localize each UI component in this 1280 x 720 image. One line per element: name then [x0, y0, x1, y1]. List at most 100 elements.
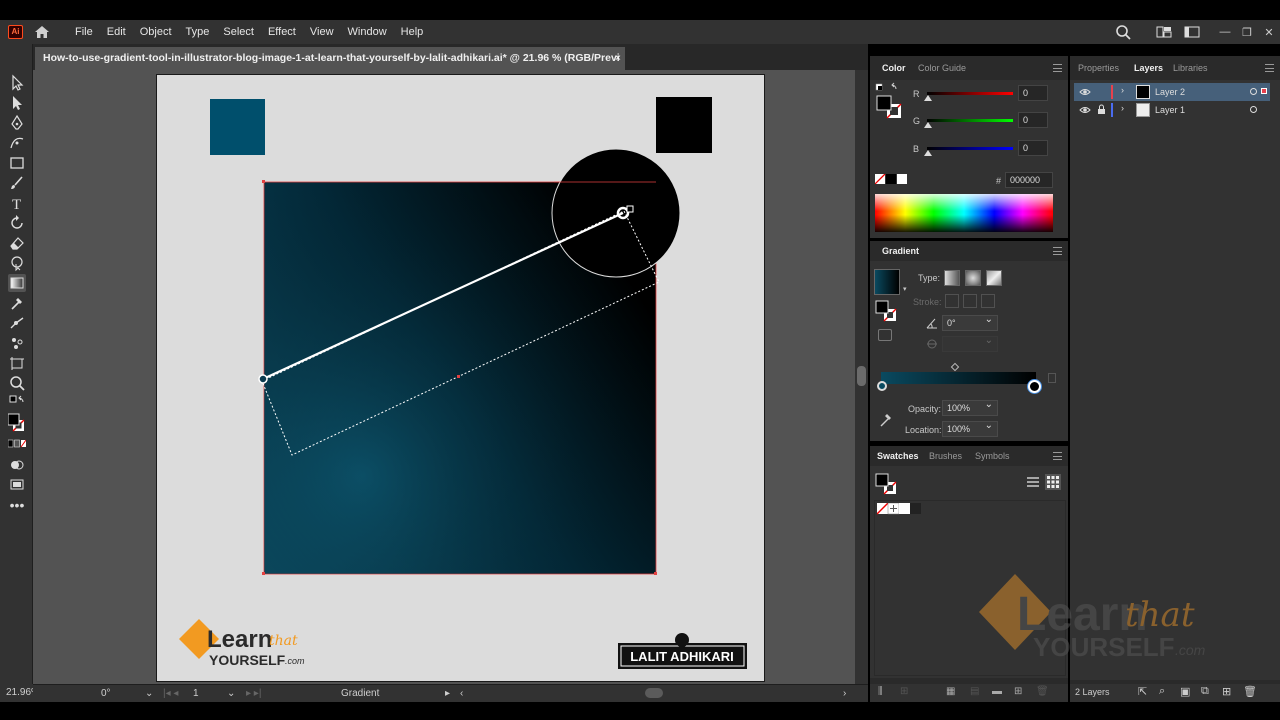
rectangle-tool-icon[interactable] — [8, 154, 26, 172]
close-document-icon[interactable]: × — [615, 47, 621, 70]
reverse-gradient-icon[interactable] — [878, 329, 892, 341]
gradient-fill-stroke-icon[interactable] — [874, 299, 900, 323]
zoom-tool-icon[interactable] — [8, 374, 26, 392]
midpoint-diamond[interactable] — [950, 362, 960, 372]
artboard[interactable]: Learn that YOURSELF .com LALIT ADHIKARI — [156, 74, 765, 682]
angle-dropdown[interactable]: 0° — [942, 313, 998, 331]
pen-tool-icon[interactable] — [8, 114, 26, 132]
tab-swatches[interactable]: Swatches — [877, 446, 919, 466]
layers-panel-menu-icon[interactable] — [1265, 64, 1274, 72]
gradient-slider[interactable] — [881, 372, 1036, 384]
swatch-row[interactable] — [877, 503, 923, 515]
tab-symbols[interactable]: Symbols — [975, 446, 1010, 466]
teal-swatch-square[interactable] — [210, 99, 265, 155]
tab-layers[interactable]: Layers — [1134, 56, 1163, 80]
search-icon[interactable] — [1115, 24, 1133, 40]
gradient-radius-circle[interactable] — [551, 148, 681, 278]
artboard-number-field[interactable]: 1 ⌄ — [193, 687, 237, 701]
gradient-stop-start[interactable] — [877, 381, 887, 391]
b-slider-thumb[interactable] — [924, 150, 932, 156]
r-slider-thumb[interactable] — [924, 95, 932, 101]
close-window-icon[interactable]: ✕ — [1258, 26, 1280, 39]
status-menu-arrow-icon[interactable]: ▸ — [445, 687, 450, 701]
g-slider[interactable] — [927, 119, 1013, 122]
locate-object-icon[interactable]: ⌕ — [1159, 685, 1165, 698]
delete-stop-icon[interactable] — [1048, 373, 1056, 383]
list-view-icon[interactable] — [1026, 475, 1040, 489]
swatch-options-icon[interactable]: ▤ — [970, 686, 979, 697]
g-field[interactable]: 0 — [1018, 112, 1048, 128]
color-panel-menu-icon[interactable] — [1053, 64, 1062, 72]
r-slider[interactable] — [927, 92, 1013, 95]
r-field[interactable]: 0 — [1018, 85, 1048, 101]
canvas-vertical-scrollbar[interactable] — [855, 70, 868, 684]
hscroll-right-icon[interactable]: › — [843, 687, 846, 701]
gradient-stop-end[interactable] — [1028, 380, 1041, 393]
restore-icon[interactable]: ❐ — [1236, 26, 1258, 39]
layer-row-layer-1[interactable]: › Layer 1 — [1074, 101, 1270, 119]
menu-file[interactable]: File — [68, 20, 100, 44]
new-color-group-icon[interactable]: ▬ — [992, 686, 1002, 697]
scroll-thumb[interactable] — [857, 366, 866, 386]
gradient-tool-icon[interactable] — [8, 274, 26, 292]
type-tool-icon[interactable]: T — [8, 194, 26, 213]
freeform-gradient-icon[interactable] — [986, 270, 1002, 286]
arrange-documents-icon[interactable] — [1155, 24, 1173, 40]
menu-effect[interactable]: Effect — [261, 20, 303, 44]
color-spectrum[interactable] — [875, 194, 1053, 232]
tab-color[interactable]: Color — [882, 56, 906, 80]
black-swatch-square[interactable] — [656, 97, 712, 153]
layer-name[interactable]: Layer 1 — [1155, 105, 1185, 115]
tab-libraries[interactable]: Libraries — [1173, 56, 1208, 80]
linear-gradient-icon[interactable] — [944, 270, 960, 286]
hscroll-left-icon[interactable]: ‹ — [460, 687, 463, 701]
paintbrush-tool-icon[interactable] — [8, 174, 26, 192]
gradient-panel-menu-icon[interactable] — [1053, 247, 1062, 255]
add-to-library-icon[interactable]: ⊞ — [900, 686, 908, 697]
home-icon[interactable] — [34, 24, 50, 40]
menu-help[interactable]: Help — [394, 20, 431, 44]
expand-layer-icon[interactable]: › — [1121, 85, 1124, 95]
menu-window[interactable]: Window — [341, 20, 394, 44]
layer-name[interactable]: Layer 2 — [1155, 87, 1185, 97]
tab-properties[interactable]: Properties — [1078, 56, 1119, 80]
menu-type[interactable]: Type — [179, 20, 217, 44]
b-slider[interactable] — [927, 147, 1013, 150]
radial-gradient-icon[interactable] — [965, 270, 981, 286]
swatches-panel-menu-icon[interactable] — [1053, 452, 1062, 460]
hscroll-thumb[interactable] — [645, 688, 663, 698]
export-icon[interactable]: ⇱ — [1138, 685, 1147, 698]
more-tools-icon[interactable]: ••• — [8, 498, 26, 518]
grid-view-icon[interactable] — [1045, 474, 1061, 490]
eraser-tool-icon[interactable] — [8, 234, 26, 252]
visibility-eye-icon[interactable] — [1079, 87, 1091, 97]
visibility-eye-icon[interactable] — [1079, 105, 1091, 115]
new-swatch-icon[interactable]: ⊞ — [1014, 686, 1022, 697]
symbol-sprayer-tool-icon[interactable] — [8, 334, 26, 352]
menu-object[interactable]: Object — [133, 20, 179, 44]
b-field[interactable]: 0 — [1018, 140, 1048, 156]
menu-edit[interactable]: Edit — [100, 20, 133, 44]
screen-mode-icon[interactable] — [8, 476, 26, 494]
delete-swatch-icon[interactable]: 🗑 — [1036, 686, 1049, 697]
lock-icon[interactable] — [1097, 104, 1106, 115]
swatches-fill-stroke-icon[interactable] — [874, 472, 900, 496]
gradient-start-stop[interactable] — [258, 374, 268, 384]
tab-brushes[interactable]: Brushes — [929, 446, 962, 466]
gradient-preview-arrow-icon[interactable]: ▾ — [903, 285, 907, 293]
target-icon[interactable] — [1250, 88, 1257, 95]
gradient-eyedropper-icon[interactable] — [879, 411, 893, 427]
location-dropdown[interactable]: 100% — [942, 419, 998, 437]
menu-select[interactable]: Select — [216, 20, 261, 44]
gradient-end-handle[interactable] — [626, 205, 634, 213]
selection-indicator[interactable] — [1261, 88, 1267, 94]
color-fill-stroke-icon[interactable] — [874, 82, 904, 124]
delete-layer-icon[interactable]: 🗑 — [1243, 685, 1257, 698]
expand-layer-icon[interactable]: › — [1121, 103, 1124, 113]
puppet-warp-tool-icon[interactable] — [8, 314, 26, 332]
hex-field[interactable]: 000000 — [1005, 172, 1053, 188]
clipping-mask-icon[interactable]: ▣ — [1180, 685, 1190, 698]
rotate-tool-icon[interactable] — [8, 214, 26, 232]
menu-view[interactable]: View — [303, 20, 341, 44]
draw-mode-icon[interactable] — [8, 456, 26, 474]
